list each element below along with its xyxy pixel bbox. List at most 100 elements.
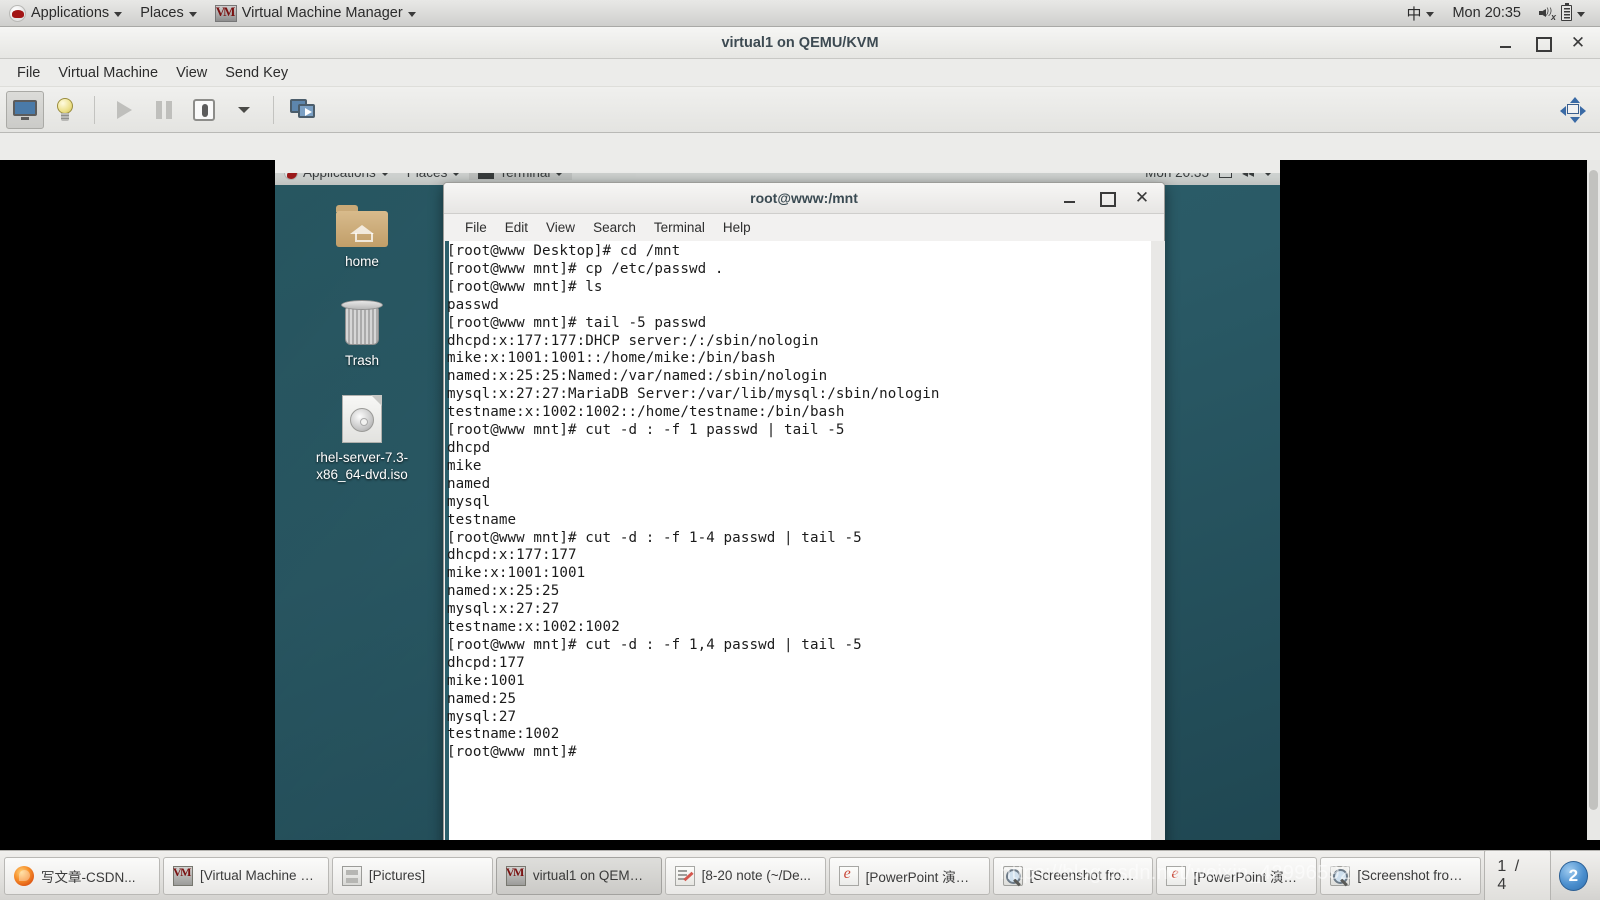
terminal-menu-help[interactable]: Help	[714, 218, 760, 237]
terminal-menu-edit[interactable]: Edit	[496, 218, 537, 237]
taskbar-item-screenshot-2[interactable]: [Screenshot from ...	[1320, 856, 1482, 895]
volume-muted-icon: )) x	[1539, 6, 1556, 22]
vmm-titlebar[interactable]: virtual1 on QEMU/KVM ✕	[0, 27, 1600, 59]
maximize-icon[interactable]	[1098, 190, 1116, 207]
trash-icon	[340, 300, 384, 346]
terminal-output-area[interactable]: [root@www Desktop]# cd /mnt [root@www mn…	[445, 241, 1165, 900]
vmm-window: virtual1 on QEMU/KVM ✕ File Virtual Mach…	[0, 27, 1600, 900]
taskbar-item-vmm[interactable]: [Virtual Machine M...	[163, 856, 329, 895]
desktop-icon-trash[interactable]: Trash	[307, 300, 417, 369]
taskbar-item-label: virtual1 on QEMU/...	[532, 868, 652, 883]
desktop-icon-iso[interactable]: rhel-server-7.3- x86_64-dvd.iso	[307, 395, 417, 483]
terminal-titlebar[interactable]: root@www:/mnt ✕	[444, 183, 1164, 214]
maximize-icon[interactable]	[1534, 35, 1552, 52]
desktop-icon-trash-label: Trash	[344, 353, 379, 368]
vmm-icon	[505, 865, 526, 886]
redhat-logo-icon	[9, 4, 26, 22]
terminal-title-label: root@www:/mnt	[750, 190, 858, 206]
taskbar-item-virtual1[interactable]: virtual1 on QEMU/...	[495, 856, 662, 895]
vmm-menu-view[interactable]: View	[167, 62, 216, 84]
taskbar-item-label: [PowerPoint 演示...	[1193, 869, 1308, 885]
lightbulb-icon	[56, 97, 74, 122]
taskbar-item-pictures[interactable]: [Pictures]	[331, 856, 493, 895]
chevron-down-icon	[188, 11, 197, 17]
toolbar-separator	[94, 95, 95, 124]
desktop-icon-home[interactable]: home	[307, 205, 417, 270]
taskbar-item-firefox[interactable]: 写文章-CSDN...	[4, 856, 161, 895]
minimize-icon[interactable]	[1498, 35, 1514, 51]
chevron-down-icon	[1426, 11, 1435, 17]
vmm-icon	[173, 865, 194, 886]
notification-badge[interactable]: 2	[1558, 860, 1588, 891]
host-clock[interactable]: Mon 20:35	[1443, 0, 1530, 26]
vmm-menu-virtual-machine[interactable]: Virtual Machine	[49, 62, 167, 84]
vmm-menubar: File Virtual Machine View Send Key	[0, 59, 1600, 87]
vm-viewport-scrollbar-thumb[interactable]	[1589, 170, 1598, 810]
minimize-icon[interactable]	[1062, 190, 1078, 206]
terminal-menu-terminal[interactable]: Terminal	[645, 218, 714, 237]
workspace-switcher[interactable]: 1 / 4	[1484, 849, 1551, 900]
vmm-title-label: virtual1 on QEMU/KVM	[721, 34, 879, 51]
toolbar-show-console-button[interactable]	[6, 90, 44, 129]
taskbar-item-label: [8-20 note (~/De...	[701, 868, 811, 883]
fullscreen-icon[interactable]	[1560, 96, 1586, 123]
host-menu-applications[interactable]: Applications	[0, 0, 131, 26]
powerpoint-icon	[1166, 865, 1187, 886]
powerpoint-icon	[838, 865, 859, 886]
taskbar-item-powerpoint-1[interactable]: [PowerPoint 演示...	[828, 856, 990, 895]
host-clock-label: Mon 20:35	[1452, 5, 1521, 21]
ime-label: 中	[1406, 5, 1422, 23]
monitor-icon	[13, 99, 37, 120]
terminal-menu-view[interactable]: View	[537, 218, 584, 237]
taskbar-right-area: 1 / 4 2	[1484, 849, 1596, 900]
input-method-indicator[interactable]: 中	[1397, 0, 1443, 26]
chevron-down-icon	[1577, 11, 1585, 17]
vm-bottom-letterbox	[0, 840, 1600, 850]
terminal-text: [root@www Desktop]# cd /mnt [root@www mn…	[447, 243, 940, 761]
toolbar-shutdown-menu-button[interactable]	[225, 91, 263, 129]
vmm-menu-file[interactable]: File	[8, 62, 49, 84]
terminal-window-controls: ✕	[1062, 189, 1164, 207]
taskbar-item-label: [Screenshot from ...	[1357, 868, 1472, 883]
vm-viewport-scrollbar[interactable]	[1587, 160, 1600, 877]
vmm-window-controls: ✕	[1498, 34, 1600, 52]
terminal-menu-search[interactable]: Search	[584, 218, 645, 237]
screenshot-icon	[1002, 865, 1023, 886]
taskbar-item-screenshot-1[interactable]: [Screenshot from ...	[992, 856, 1154, 895]
system-status-area[interactable]: )) x	[1530, 0, 1594, 26]
vmm-toolbar	[0, 87, 1600, 133]
terminal-menu-file[interactable]: File	[456, 218, 496, 237]
toolbar-shutdown-button[interactable]	[185, 91, 223, 129]
taskbar-item-label: 写文章-CSDN...	[41, 869, 136, 885]
toolbar-show-details-button[interactable]	[46, 91, 84, 129]
terminal-menubar: File Edit View Search Terminal Help	[444, 214, 1164, 240]
vmm-icon	[214, 4, 237, 22]
close-icon[interactable]: ✕	[1570, 34, 1586, 51]
taskbar-item-powerpoint-2[interactable]: [PowerPoint 演示...	[1156, 856, 1318, 895]
chevron-down-icon	[238, 106, 250, 113]
vmm-menu-send-key[interactable]: Send Key	[216, 62, 297, 84]
taskbar-item-label: [PowerPoint 演示...	[865, 869, 980, 885]
host-menu-vmm[interactable]: Virtual Machine Manager	[206, 0, 425, 26]
host-panel-left: Applications Places Virtual Machine Mana…	[0, 0, 425, 26]
host-menu-places[interactable]: Places	[131, 0, 206, 26]
host-menu-applications-label: Applications	[31, 5, 110, 21]
desktop-icon-home-label: home	[345, 254, 379, 269]
toolbar-pause-button[interactable]	[145, 91, 183, 129]
taskbar-item-label: [Pictures]	[368, 868, 426, 883]
close-icon[interactable]: ✕	[1134, 189, 1150, 206]
toolbar-separator	[273, 95, 274, 124]
host-panel-right: 中 Mon 20:35 )) x	[1397, 0, 1600, 26]
taskbar-item-note[interactable]: [8-20 note (~/De...	[664, 856, 826, 895]
toolbar-snapshots-button[interactable]	[284, 91, 322, 129]
host-top-panel: Applications Places Virtual Machine Mana…	[0, 0, 1600, 27]
files-icon	[341, 865, 362, 886]
screenshot-icon	[1330, 865, 1351, 886]
pause-icon	[156, 100, 172, 119]
guest-topbar-occluder	[275, 160, 1280, 173]
host-taskbar: 写文章-CSDN... [Virtual Machine M... [Pictu…	[0, 849, 1600, 900]
terminal-window[interactable]: root@www:/mnt ✕ File Edit View Search Te…	[443, 182, 1165, 900]
terminal-scrollbar[interactable]	[1151, 241, 1165, 900]
play-icon	[116, 100, 132, 119]
toolbar-run-button[interactable]	[105, 91, 143, 129]
